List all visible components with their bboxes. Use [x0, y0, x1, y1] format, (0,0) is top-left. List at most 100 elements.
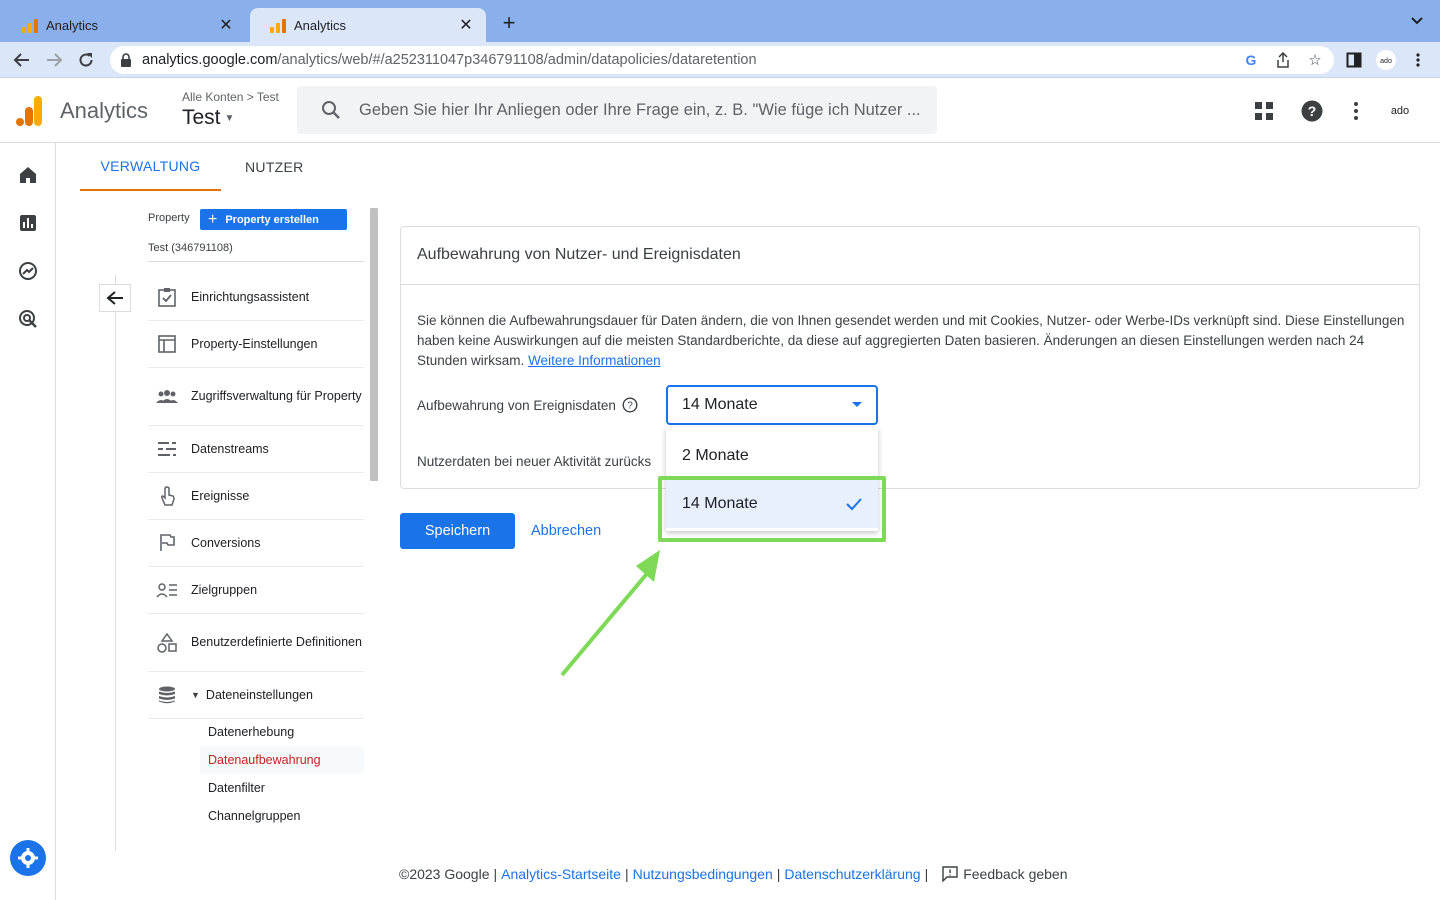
- panel-scrollbar[interactable]: [370, 208, 378, 481]
- data-retention-card: Aufbewahrung von Nutzer- und Ereignisdat…: [400, 226, 1420, 489]
- menu-item-label: Zielgruppen: [191, 583, 258, 597]
- menu-item-datenstreams[interactable]: Datenstreams: [148, 426, 364, 473]
- svg-text:?: ?: [627, 401, 633, 412]
- svg-text:ado: ado: [1380, 58, 1392, 65]
- google-lens-icon[interactable]: G: [1242, 51, 1260, 69]
- account-avatar[interactable]: ado: [1388, 100, 1412, 122]
- tab-nutzer[interactable]: NUTZER: [221, 143, 328, 191]
- footer-separator: |: [924, 866, 929, 882]
- sub-item-datenaufbewahrung[interactable]: Datenaufbewahrung: [200, 746, 364, 774]
- menu-item-benutzerdefinierte-definitionen[interactable]: Benutzerdefinierte Definitionen: [148, 614, 364, 672]
- annotation-highlight-box: [658, 476, 886, 542]
- menu-item-zugriffsverwaltung[interactable]: Zugriffsverwaltung für Property: [148, 368, 364, 426]
- create-property-label: Property erstellen: [225, 213, 319, 226]
- apps-grid-icon[interactable]: [1253, 100, 1275, 122]
- menu-item-conversions[interactable]: Conversions: [148, 520, 364, 567]
- property-settings-icon: [156, 333, 178, 355]
- tab-close-icon[interactable]: ✕: [458, 15, 474, 35]
- browser-menu-icon[interactable]: [1410, 50, 1426, 70]
- footer-separator: |: [776, 866, 781, 882]
- admin-gear-icon[interactable]: [10, 840, 46, 876]
- menu-item-einrichtungsassistent[interactable]: Einrichtungsassistent: [148, 274, 364, 321]
- sub-item-channelgruppen[interactable]: Channelgruppen: [200, 802, 364, 830]
- property-picker[interactable]: Test ▼: [182, 106, 234, 130]
- tab-search-chevron-icon[interactable]: [1408, 14, 1426, 28]
- sub-item-datenfilter[interactable]: Datenfilter: [200, 774, 364, 802]
- property-selector[interactable]: Test (346791108): [148, 242, 233, 254]
- card-description: Sie können die Aufbewahrungsdauer für Da…: [417, 311, 1411, 371]
- menu-item-zielgruppen[interactable]: Zielgruppen: [148, 567, 364, 614]
- footer-copyright: ©2023 Google: [399, 866, 490, 882]
- address-bar[interactable]: analytics.google.com/analytics/web/#/a25…: [110, 46, 1334, 74]
- footer-link-home[interactable]: Analytics-Startseite: [501, 866, 621, 882]
- home-icon[interactable]: [17, 164, 39, 186]
- admin-tabs: VERWALTUNG NUTZER: [80, 143, 328, 191]
- share-icon[interactable]: [1274, 51, 1292, 69]
- checklist-icon: [156, 286, 178, 308]
- arrow-left-icon: [106, 291, 123, 305]
- plus-icon: +: [208, 210, 218, 228]
- back-arrow-icon[interactable]: [12, 50, 32, 70]
- create-property-button[interactable]: + Property erstellen: [200, 209, 347, 230]
- reset-on-activity-row: Nutzerdaten bei neuer Aktivität zurücks: [417, 454, 651, 469]
- tab-close-icon[interactable]: ✕: [218, 15, 234, 35]
- datastreams-icon: [156, 438, 178, 460]
- breadcrumb-current[interactable]: Test: [257, 90, 279, 104]
- advertising-icon[interactable]: [17, 308, 39, 330]
- help-icon[interactable]: ?: [1301, 100, 1323, 122]
- reports-icon[interactable]: [17, 212, 39, 234]
- annotation-arrow-icon: [560, 550, 660, 677]
- search-placeholder: Geben Sie hier Ihr Anliegen oder Ihre Fr…: [359, 100, 921, 119]
- more-vert-icon[interactable]: [1345, 100, 1367, 122]
- bookmark-star-icon[interactable]: ☆: [1306, 51, 1324, 69]
- menu-item-property-einstellungen[interactable]: Property-Einstellungen: [148, 321, 364, 368]
- analytics-logo-icon[interactable]: [16, 96, 42, 126]
- event-retention-label: Aufbewahrung von Ereignisdaten: [417, 397, 616, 413]
- event-retention-select[interactable]: 14 Monate: [666, 385, 878, 425]
- admin-property-panel: Property + Property erstellen Test (3467…: [80, 191, 380, 851]
- menu-item-dateneinstellungen[interactable]: ▼ Dateneinstellungen: [148, 672, 364, 719]
- divider: [401, 284, 1419, 285]
- feedback-icon[interactable]: [942, 866, 958, 882]
- audience-icon: [156, 579, 178, 601]
- app-title: Analytics: [60, 98, 149, 123]
- breadcrumb-separator: >: [246, 90, 254, 104]
- collapse-back-button[interactable]: [99, 284, 131, 312]
- explore-icon[interactable]: [17, 260, 39, 282]
- menu-item-ereignisse[interactable]: Ereignisse: [148, 473, 364, 520]
- new-tab-icon[interactable]: +: [498, 12, 520, 34]
- side-panel-icon[interactable]: [1344, 50, 1364, 70]
- menu-item-label: Benutzerdefinierte Definitionen: [191, 635, 362, 649]
- url-path: /analytics/web/#/a252311047p346791108/ad…: [277, 52, 757, 68]
- profile-avatar[interactable]: ado: [1376, 50, 1396, 70]
- browser-tab[interactable]: Analytics ✕: [2, 8, 246, 42]
- menu-item-label: Dateneinstellungen: [205, 688, 313, 702]
- breadcrumb-accounts[interactable]: Alle Konten: [182, 90, 243, 104]
- help-circle-icon[interactable]: ?: [622, 397, 638, 413]
- touch-icon: [156, 485, 178, 507]
- footer-separator: |: [624, 866, 629, 882]
- option-2-monate[interactable]: 2 Monate: [666, 432, 878, 480]
- learn-more-link[interactable]: Weitere Informationen: [528, 353, 661, 368]
- footer-link-privacy[interactable]: Datenschutzerklärung: [784, 866, 920, 882]
- footer: ©2023 Google | Analytics-Startseite | Nu…: [399, 866, 1068, 882]
- cancel-button[interactable]: Abbrechen: [531, 513, 601, 549]
- sub-item-datenerhebung[interactable]: Datenerhebung: [200, 718, 364, 746]
- svg-text:?: ?: [1308, 103, 1317, 119]
- analytics-favicon-icon: [270, 17, 286, 33]
- breadcrumb[interactable]: Alle Konten > Test: [182, 90, 279, 104]
- menu-item-label: Property-Einstellungen: [191, 337, 318, 351]
- save-button[interactable]: Speichern: [400, 513, 515, 549]
- shapes-icon: [156, 632, 178, 654]
- footer-link-terms[interactable]: Nutzungsbedingungen: [633, 866, 773, 882]
- search-input[interactable]: Geben Sie hier Ihr Anliegen oder Ihre Fr…: [297, 86, 937, 134]
- feedback-link[interactable]: Feedback geben: [963, 866, 1067, 882]
- reload-icon[interactable]: [76, 50, 96, 70]
- dropdown-arrow-icon: [852, 402, 862, 407]
- browser-tab-active[interactable]: Analytics ✕: [250, 8, 486, 42]
- menu-item-label: Zugriffsverwaltung für Property: [191, 389, 362, 403]
- menu-item-label: Datenstreams: [191, 442, 269, 456]
- forward-arrow-icon[interactable]: [44, 50, 64, 70]
- tab-verwaltung[interactable]: VERWALTUNG: [80, 143, 221, 191]
- menu-item-label: Ereignisse: [191, 489, 250, 503]
